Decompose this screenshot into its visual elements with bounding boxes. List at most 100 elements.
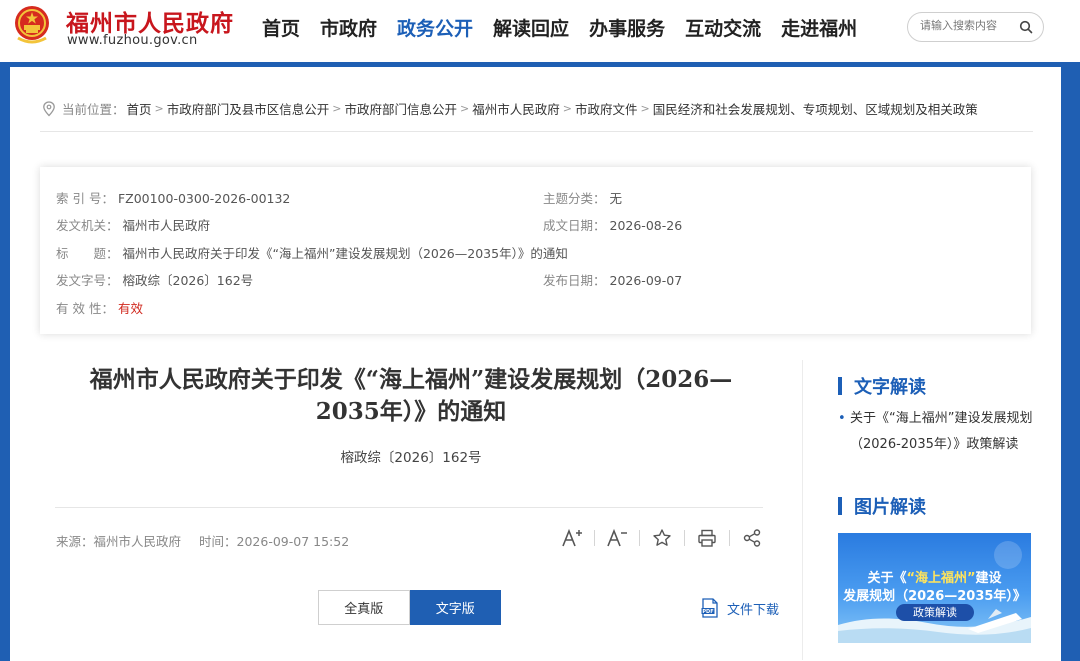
promo-prefix: 关于《 — [867, 571, 907, 586]
document-title-line2: 2035年）》的通知 — [315, 398, 507, 425]
document-source-info: 来源：福州市人民政府 时间：2026-09-07 15:52 — [56, 531, 349, 550]
meta-validity-row: 有 效 性： 有效 — [56, 298, 143, 317]
site-header: 福州市人民政府 www.fuzhou.gov.cn 首页 市政府 政务公开 解读… — [0, 0, 1080, 62]
full-version-button[interactable]: 全真版 — [318, 590, 410, 625]
share-icon — [743, 529, 761, 547]
nav-gov-affairs-open[interactable]: 政务公开 — [397, 14, 473, 41]
breadcrumb-item-dept-county[interactable]: 市政府部门及县市区信息公开 — [167, 99, 330, 118]
meta-publish-date-row: 发布日期： 2026-09-07 — [543, 270, 682, 289]
print-icon — [698, 529, 716, 547]
nav-interpretation[interactable]: 解读回应 — [493, 14, 569, 41]
breadcrumb-item-dept-info[interactable]: 市政府部门信息公开 — [344, 99, 457, 118]
document-title: 福州市人民政府关于印发《“海上福州”建设发展规划（2026— 2035年）》的通… — [30, 364, 792, 428]
toolbar-separator — [594, 530, 595, 546]
toolbar-separator — [729, 530, 730, 546]
breadcrumb-divider — [40, 131, 1033, 132]
bullet-dot: • — [838, 411, 846, 426]
meta-written-date-label: 成文日期： — [543, 218, 606, 233]
promo-badge: 政策解读 — [896, 604, 974, 621]
title-divider — [55, 507, 763, 508]
meta-issuer-value: 福州市人民政府 — [122, 218, 211, 233]
font-increase-icon — [562, 528, 582, 547]
heading-bar — [838, 497, 842, 515]
print-button[interactable] — [695, 526, 719, 550]
share-button[interactable] — [740, 526, 764, 550]
meta-issuer-row: 发文机关： 福州市人民政府 — [56, 215, 210, 234]
meta-index-value: FZ00100-0300-2026-00132 — [117, 191, 291, 206]
meta-publish-date-label: 发布日期： — [543, 273, 606, 288]
text-interpretation-heading: 文字解读 — [838, 373, 926, 399]
pdf-icon: PDF — [701, 598, 718, 618]
breadcrumb: 当前位置： 首页 > 市政府部门及县市区信息公开 > 市政府部门信息公开 > 福… — [42, 99, 978, 118]
meta-category-value: 无 — [609, 191, 623, 206]
nav-services[interactable]: 办事服务 — [589, 14, 665, 41]
source-value: 福州市人民政府 — [93, 534, 182, 549]
svg-text:PDF: PDF — [702, 609, 713, 615]
breadcrumb-separator: > — [562, 102, 572, 115]
nav-government[interactable]: 市政府 — [320, 14, 377, 41]
meta-written-date-row: 成文日期： 2026-08-26 — [543, 215, 682, 234]
meta-validity-label: 有 效 性： — [56, 301, 114, 316]
breadcrumb-separator: > — [154, 102, 164, 115]
main-nav: 首页 市政府 政务公开 解读回应 办事服务 互动交流 走进福州 — [262, 14, 877, 41]
breadcrumb-separator: > — [332, 102, 342, 115]
time-label: 时间： — [199, 534, 237, 549]
promo-line1: 关于《“海上福州”建设 — [838, 567, 1031, 586]
national-emblem-icon[interactable] — [12, 4, 52, 46]
breadcrumb-separator: > — [640, 102, 650, 115]
search-box — [907, 12, 1044, 42]
promo-line2: 发展规划（2026—2035年）》 — [843, 589, 1026, 604]
meta-publish-date-value: 2026-09-07 — [609, 273, 683, 288]
meta-index-label: 索 引 号： — [56, 191, 114, 206]
meta-doc-no-value: 榕政综〔2026〕162号 — [122, 273, 254, 288]
nav-interaction[interactable]: 互动交流 — [685, 14, 761, 41]
favorite-button[interactable] — [650, 526, 674, 550]
search-icon[interactable] — [1019, 20, 1033, 34]
toolbar-separator — [684, 530, 685, 546]
breadcrumb-item-home[interactable]: 首页 — [127, 99, 152, 118]
meta-title-row: 标 题： 福州市人民政府关于印发《“海上福州”建设发展规划（2026—2035年… — [56, 243, 568, 262]
nav-home[interactable]: 首页 — [262, 14, 300, 41]
text-interpretation-link[interactable]: • 关于《“海上福州”建设发展规划（2026-2035年）》政策解读 — [838, 406, 1038, 458]
document-toolbar — [560, 526, 764, 550]
document-title-line1: 福州市人民政府关于印发《“海上福州”建设发展规划（2026— — [89, 366, 733, 393]
breadcrumb-item-planning[interactable]: 国民经济和社会发展规划、专项规划、区域规划及相关政策 — [653, 99, 978, 118]
star-icon — [653, 529, 671, 546]
sidebar-divider — [802, 360, 803, 660]
text-interpretation-link-text: 关于《“海上福州”建设发展规划（2026-2035年）》政策解读 — [850, 411, 1033, 452]
font-increase-button[interactable] — [560, 526, 584, 550]
breadcrumb-label: 当前位置： — [62, 102, 125, 117]
image-interpretation-heading: 图片解读 — [838, 493, 926, 519]
document-number: 榕政综〔2026〕162号 — [340, 450, 482, 466]
breadcrumb-item-gov-files[interactable]: 市政府文件 — [575, 99, 638, 118]
download-label: 文件下载 — [727, 602, 780, 618]
text-interpretation-title: 文字解读 — [854, 377, 926, 398]
nav-about-fuzhou[interactable]: 走进福州 — [781, 14, 857, 41]
meta-category-label: 主题分类： — [543, 191, 606, 206]
version-toggle: 全真版 文字版 — [318, 590, 501, 625]
source-label: 来源： — [56, 534, 94, 549]
meta-doc-no-label: 发文字号： — [56, 273, 119, 288]
meta-title-value: 福州市人民政府关于印发《“海上福州”建设发展规划（2026—2035年）》的通知 — [122, 246, 568, 261]
file-download-link[interactable]: PDF 文件下载 — [701, 598, 779, 618]
search-input[interactable] — [920, 19, 1018, 32]
document-meta-box: 索 引 号： FZ00100-0300-2026-00132 主题分类： 无 发… — [40, 167, 1031, 334]
font-decrease-icon — [607, 528, 627, 547]
meta-doc-no-row: 发文字号： 榕政综〔2026〕162号 — [56, 270, 253, 289]
meta-issuer-label: 发文机关： — [56, 218, 119, 233]
toolbar-separator — [639, 530, 640, 546]
site-domain: www.fuzhou.gov.cn — [67, 33, 198, 48]
breadcrumb-separator: > — [460, 102, 470, 115]
text-version-button[interactable]: 文字版 — [409, 590, 501, 625]
heading-bar — [838, 377, 842, 395]
time-value: 2026-09-07 15:52 — [236, 534, 350, 549]
image-interpretation-banner[interactable]: 关于《“海上福州”建设 发展规划（2026—2035年）》 政策解读 — [838, 533, 1031, 643]
meta-category-row: 主题分类： 无 — [543, 188, 622, 207]
promo-highlight: “海上福州” — [906, 571, 976, 586]
font-decrease-button[interactable] — [605, 526, 629, 550]
breadcrumb-item-city-gov[interactable]: 福州市人民政府 — [472, 99, 560, 118]
meta-validity-value: 有效 — [117, 301, 143, 316]
meta-index-row: 索 引 号： FZ00100-0300-2026-00132 — [56, 188, 290, 207]
location-icon — [43, 100, 55, 116]
image-interpretation-title: 图片解读 — [854, 497, 926, 518]
